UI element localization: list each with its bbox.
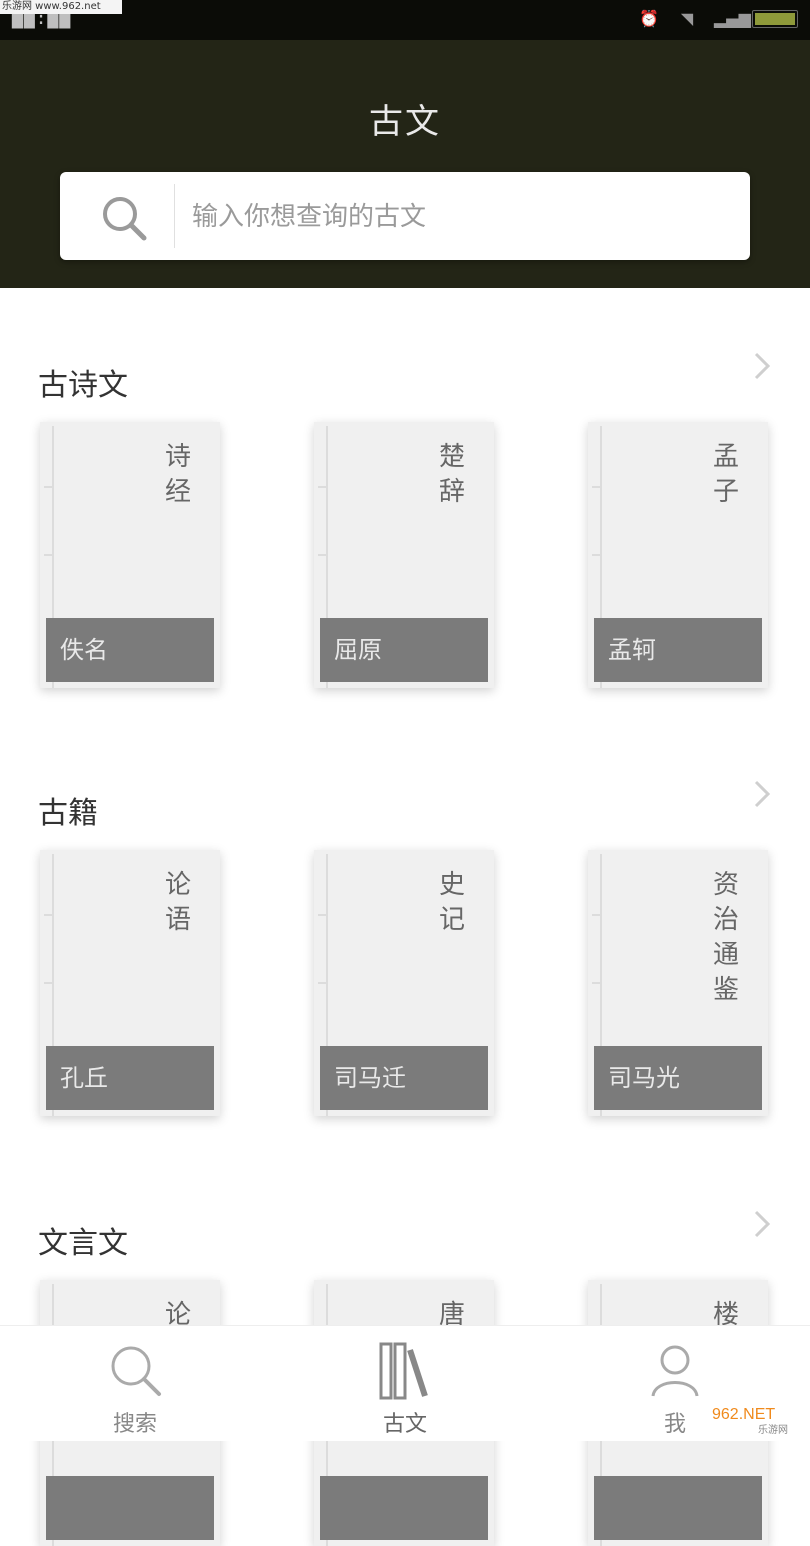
section-title: 古籍 — [38, 796, 98, 831]
book-binding-mark — [44, 982, 54, 984]
status-icons: ⏰ ◥ ▂▄▆ — [638, 10, 798, 28]
book-author: 孟轲 — [594, 618, 762, 682]
book-author: 司马光 — [594, 1046, 762, 1110]
book-card[interactable]: 诗经佚名 — [40, 422, 220, 688]
wifi-icon: ◥ — [680, 9, 694, 28]
alarm-icon: ⏰ — [639, 9, 659, 28]
book-title: 论语 — [164, 870, 191, 935]
svg-text:962.NET: 962.NET — [712, 1406, 775, 1423]
signal-icon: ▂▄▆ — [714, 9, 751, 28]
book-binding-mark — [318, 982, 328, 984]
search-box[interactable] — [60, 172, 750, 260]
app-header: 古文 — [0, 40, 810, 288]
book-author — [320, 1476, 488, 1540]
book-binding-mark — [44, 486, 54, 488]
book-author — [46, 1476, 214, 1540]
tab-books[interactable]: 古文 — [315, 1326, 495, 1441]
book-author: 司马迁 — [320, 1046, 488, 1110]
bottom-tab-bar: 搜索 古文 我 962.NET 乐游网 — [0, 1325, 810, 1441]
book-author: 屈原 — [320, 618, 488, 682]
book-card[interactable]: 楚辞屈原 — [314, 422, 494, 688]
tab-search-label: 搜索 — [112, 1412, 157, 1437]
battery-icon — [752, 10, 798, 28]
tab-books-label: 古文 — [382, 1412, 427, 1437]
book-binding-mark — [592, 486, 602, 488]
book-card[interactable]: 论语孔丘 — [40, 850, 220, 1116]
book-binding-mark — [592, 982, 602, 984]
search-divider — [174, 184, 175, 248]
page-title: 古文 — [369, 102, 441, 142]
book-binding-mark — [318, 554, 328, 556]
section-title: 文言文 — [38, 1226, 128, 1261]
search-input[interactable] — [190, 192, 734, 242]
book-author: 佚名 — [46, 618, 214, 682]
books-icon — [379, 1342, 428, 1400]
chevron-right-icon[interactable] — [750, 1204, 774, 1244]
book-card[interactable]: 史记司马迁 — [314, 850, 494, 1116]
book-card[interactable]: 孟子孟轲 — [588, 422, 768, 688]
book-author: 孔丘 — [46, 1046, 214, 1110]
book-title: 孟子 — [712, 442, 739, 507]
search-icon — [103, 197, 147, 241]
book-binding-mark — [592, 914, 602, 916]
book-title: 资治通鉴 — [712, 870, 739, 1005]
chevron-right-icon[interactable] — [750, 774, 774, 814]
book-binding-mark — [318, 486, 328, 488]
tab-search[interactable]: 搜索 — [45, 1326, 225, 1441]
watermark-text: 乐游网 www.962.net — [0, 0, 122, 14]
book-binding-mark — [44, 914, 54, 916]
book-card[interactable]: 资治通鉴司马光 — [588, 850, 768, 1116]
book-title: 楚辞 — [438, 442, 465, 507]
book-binding-mark — [318, 914, 328, 916]
search-icon — [111, 1346, 161, 1396]
book-binding-mark — [44, 554, 54, 556]
book-title: 诗经 — [164, 442, 191, 507]
chevron-right-icon[interactable] — [750, 346, 774, 386]
book-binding-mark — [592, 554, 602, 556]
section-title: 古诗文 — [38, 368, 128, 403]
svg-text:乐游网: 乐游网 — [758, 1423, 788, 1436]
book-title: 史记 — [438, 870, 465, 935]
watermark-logo: 962.NET 乐游网 — [706, 1401, 806, 1437]
book-author — [594, 1476, 762, 1540]
user-icon — [651, 1345, 699, 1397]
